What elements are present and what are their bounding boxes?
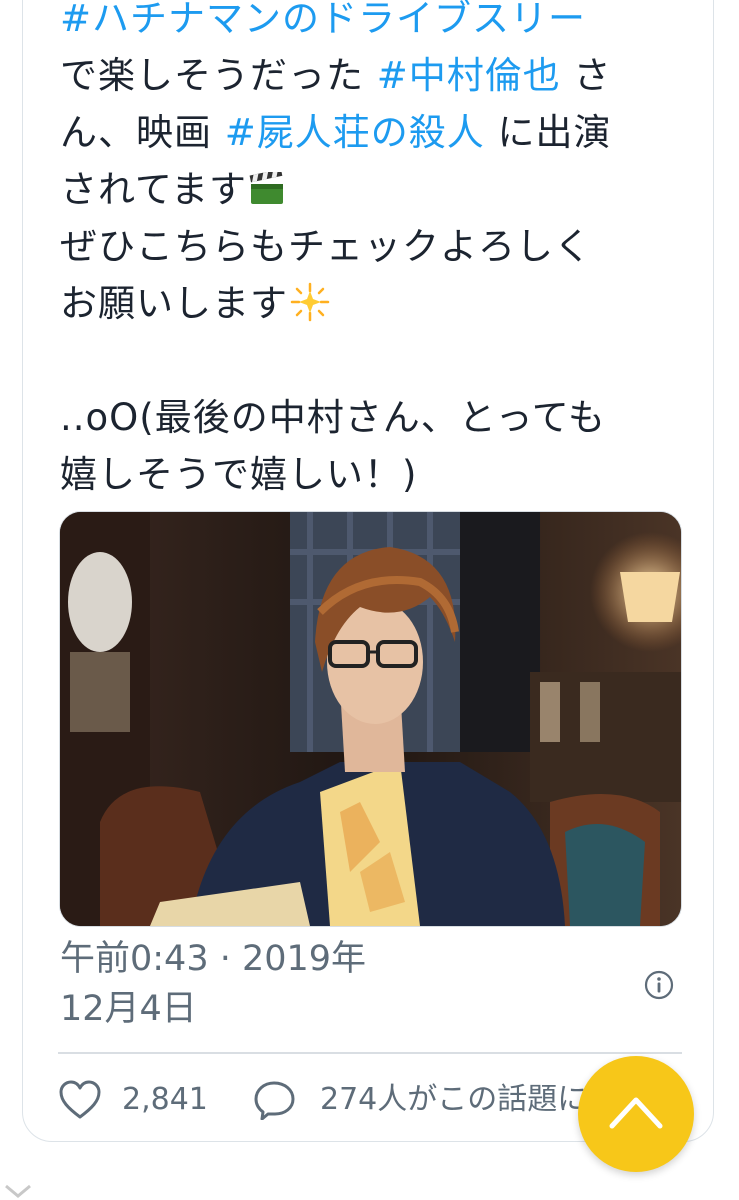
tweet-photo[interactable] <box>59 511 682 927</box>
tweet-text-segment: さ <box>560 54 612 97</box>
chevron-up-icon <box>609 1097 663 1129</box>
tweet-text-segment: されてます <box>60 168 248 211</box>
tweet-text-segment: 嬉しそうで嬉しい！) <box>60 453 418 496</box>
glowing-star-emoji <box>290 282 330 322</box>
tweet-line-6: お願いします <box>60 275 700 332</box>
hashtag-link[interactable]: #屍人荘の殺人 <box>225 111 485 154</box>
tweet-line-2: で楽しそうだった #中村倫也 さ <box>60 47 700 104</box>
heart-outline-icon[interactable] <box>58 1080 102 1120</box>
tweet-line-1: #ハチナマンのドライブスリー <box>60 0 700 47</box>
scroll-to-top-button[interactable] <box>578 1056 694 1172</box>
tweet-line-8: 嬉しそうで嬉しい！) <box>60 446 700 503</box>
tweet-text-segment: に出演 <box>484 111 612 154</box>
tweet-text-segment: ぜひこちらもチェックよろしく <box>60 225 592 268</box>
speech-bubble-icon[interactable] <box>254 1080 296 1120</box>
tweet-line-5: ぜひこちらもチェックよろしく <box>60 218 700 275</box>
tweet-text-segment: ..oO(最後の中村さん、とっても <box>60 396 606 439</box>
timestamp-line-1: 午前0:43 · 2019年 <box>60 939 367 979</box>
tweet-text: #ハチナマンのドライブスリー で楽しそうだった #中村倫也 さ ん、映画 #屍人… <box>60 0 700 503</box>
clapper-board-emoji <box>249 172 284 204</box>
like-count: 2,841 <box>122 1082 208 1117</box>
tweet-text-segment: で楽しそうだった <box>60 54 377 97</box>
photo-scene <box>60 512 681 926</box>
tweet-line-3: ん、映画 #屍人荘の殺人 に出演 <box>60 104 700 161</box>
timestamp-line-2: 12月4日 <box>60 989 197 1029</box>
tweet-line-4: されてます <box>60 161 700 218</box>
info-icon[interactable] <box>644 970 674 1000</box>
hashtag-link[interactable]: #ハチナマンのドライブスリー <box>60 0 586 40</box>
tweet-text-segment: お願いします <box>60 282 288 325</box>
tweet-line-7: ..oO(最後の中村さん、とっても <box>60 389 700 446</box>
chevron-partial-icon <box>5 1184 31 1198</box>
hashtag-link[interactable]: #中村倫也 <box>377 54 561 97</box>
tweet-timestamp[interactable]: 午前0:43 · 2019年 12月4日 <box>60 934 480 1034</box>
divider <box>58 1052 682 1054</box>
tweet-text-segment: ん、映画 <box>60 111 225 154</box>
